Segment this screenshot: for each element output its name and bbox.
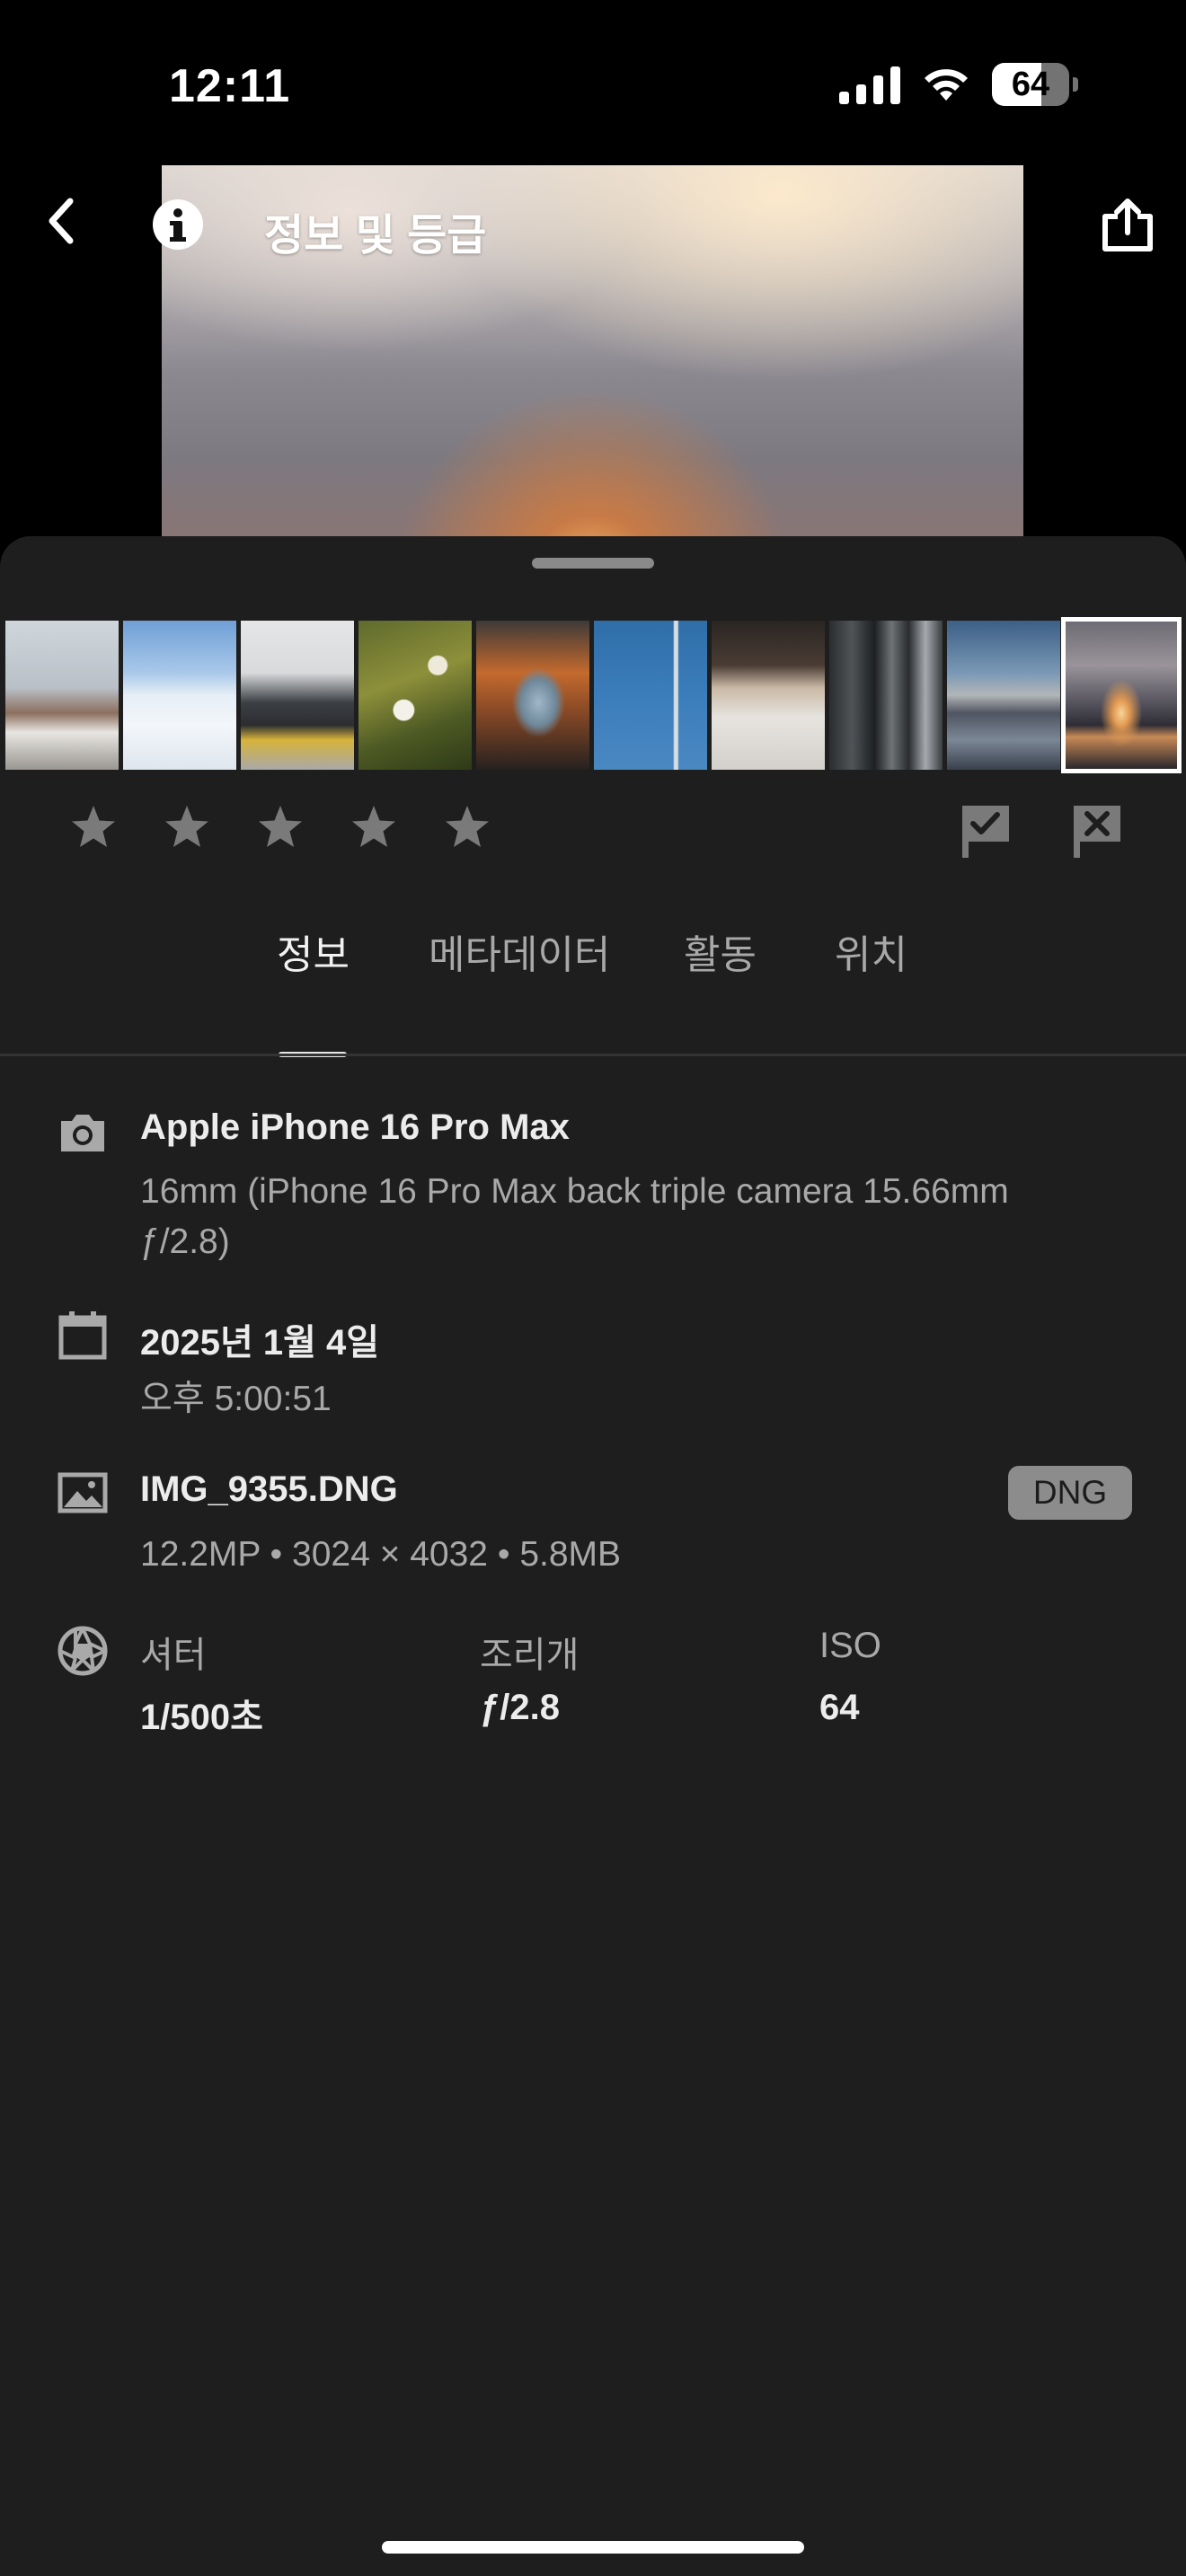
aperture-icon (58, 1626, 108, 1676)
status-time: 12:11 (169, 60, 291, 112)
tab-bar: 정보 메타데이터 활동 위치 (0, 922, 1186, 1010)
filmstrip-thumbnail[interactable] (5, 621, 119, 770)
filmstrip[interactable] (5, 617, 1182, 773)
camera-icon (61, 1115, 104, 1151)
filmstrip-thumbnail[interactable] (594, 621, 707, 770)
filmstrip-thumbnail-selected[interactable] (1061, 617, 1182, 773)
battery-icon: 64 (992, 63, 1078, 106)
pick-flag-icon[interactable] (960, 804, 1012, 860)
wifi-icon (925, 69, 968, 101)
share-button[interactable] (1096, 194, 1159, 257)
file-name: IMG_9355.DNG (140, 1469, 398, 1509)
flag-controls (960, 804, 1123, 860)
lens-info-line1: 16mm (iPhone 16 Pro Max back triple came… (140, 1172, 1009, 1211)
reject-flag-icon[interactable] (1071, 804, 1123, 860)
camera-model: Apple iPhone 16 Pro Max (140, 1107, 570, 1147)
chevron-left-icon (49, 198, 74, 244)
aperture-value: ƒ/2.8 (480, 1688, 560, 1727)
filmstrip-thumbnail[interactable] (123, 621, 236, 770)
tab-location[interactable]: 위치 (835, 922, 907, 980)
iso-label: ISO (819, 1626, 881, 1665)
info-icon (153, 199, 203, 250)
filmstrip-thumbnail[interactable] (476, 621, 589, 770)
star-icon[interactable] (255, 802, 305, 852)
aperture-label: 조리개 (480, 1636, 580, 1675)
cellular-signal-icon (839, 65, 900, 104)
page-title: 정보 및 등급 (264, 212, 487, 260)
battery-percent: 64 (1011, 66, 1050, 103)
back-button[interactable] (32, 192, 90, 250)
tab-metadata[interactable]: 메타데이터 (429, 922, 610, 980)
status-indicators: 64 (839, 63, 1078, 106)
share-icon (1102, 198, 1153, 251)
shutter-label: 셔터 (140, 1636, 207, 1675)
star-icon[interactable] (442, 802, 492, 852)
star-icon[interactable] (349, 802, 399, 852)
capture-time: 오후 5:00:51 (140, 1380, 332, 1418)
iso-value: 64 (819, 1688, 860, 1727)
star-icon[interactable] (162, 802, 212, 852)
image-icon (58, 1472, 108, 1513)
file-type-badge: DNG (1008, 1466, 1132, 1520)
filmstrip-thumbnail[interactable] (829, 621, 943, 770)
file-details: 12.2MP • 3024 × 4032 • 5.8MB (140, 1535, 622, 1574)
filmstrip-thumbnail[interactable] (241, 621, 354, 770)
tab-activity[interactable]: 활동 (684, 922, 757, 980)
lens-info-line2: ƒ/2.8) (140, 1222, 230, 1261)
tab-info[interactable]: 정보 (277, 922, 350, 980)
home-indicator[interactable] (382, 2541, 804, 2554)
shutter-value: 1/500초 (140, 1698, 263, 1737)
info-button[interactable] (149, 196, 207, 253)
star-icon[interactable] (68, 802, 119, 852)
sheet-grabber[interactable] (532, 558, 654, 569)
filmstrip-thumbnail[interactable] (947, 621, 1060, 770)
filmstrip-thumbnail[interactable] (358, 621, 472, 770)
filmstrip-thumbnail[interactable] (712, 621, 825, 770)
calendar-icon (58, 1311, 107, 1360)
capture-date: 2025년 1월 4일 (140, 1323, 380, 1363)
star-rating[interactable] (68, 802, 492, 852)
header-bar (0, 165, 1186, 291)
tab-divider (0, 1054, 1186, 1056)
